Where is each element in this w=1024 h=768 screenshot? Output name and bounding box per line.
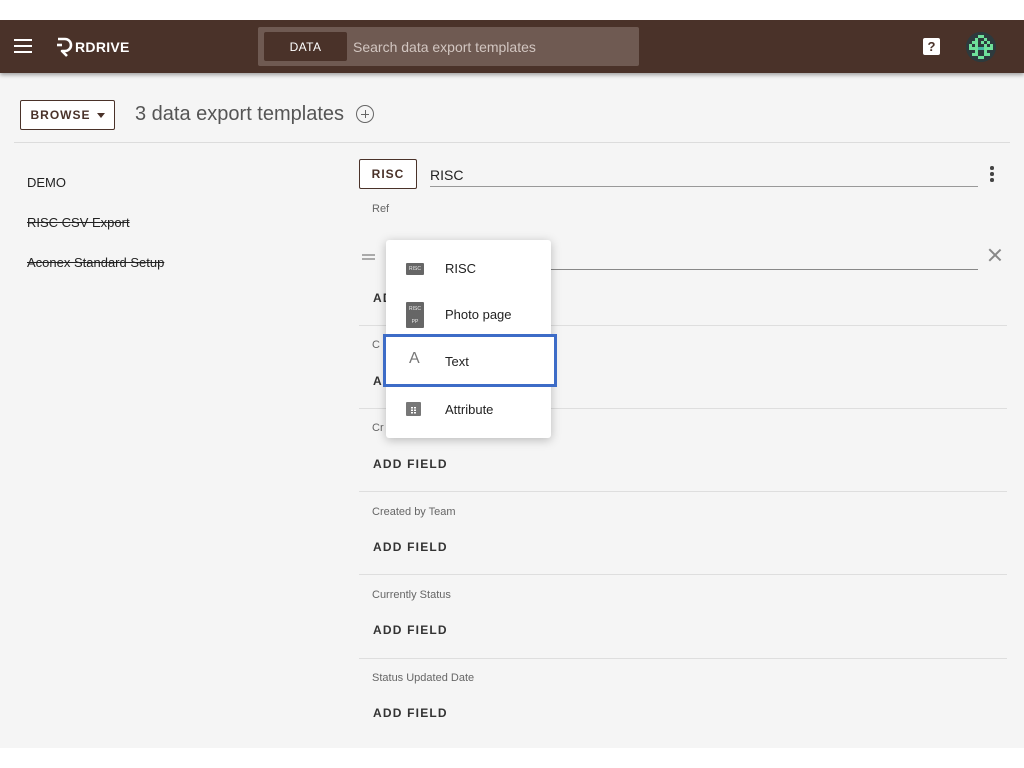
- more-vert-icon[interactable]: [986, 166, 998, 182]
- row-divider: [359, 491, 1007, 492]
- menu-item-attribute[interactable]: Attribute: [386, 385, 551, 429]
- row-divider: [359, 574, 1007, 575]
- template-name-field[interactable]: [430, 163, 978, 187]
- caret-down-icon: [96, 112, 105, 118]
- page-title: 3 data export templates: [135, 103, 345, 125]
- menu-item-label: Text: [445, 354, 469, 369]
- add-circle-icon[interactable]: [356, 105, 374, 123]
- browse-button[interactable]: BROWSE: [20, 100, 115, 130]
- risc-badge-text: RISC: [409, 266, 421, 272]
- add-field-button-3[interactable]: ADD FIELD: [373, 457, 448, 471]
- avatar-pattern-icon: [966, 32, 996, 62]
- risc-pp-badge-text: RISC: [409, 305, 421, 312]
- search-scope-chip[interactable]: DATA: [264, 32, 347, 61]
- logo-text: RDRIVE: [75, 39, 130, 55]
- section-label-created-by-team: Created by Team: [372, 506, 456, 518]
- risc-document-icon: RISC: [406, 263, 424, 275]
- logo-mark-icon: [57, 37, 73, 57]
- text-icon: A: [409, 350, 420, 367]
- section-label-currently-status: Currently Status: [372, 589, 451, 601]
- sidebar-item-aconex-standard-setup[interactable]: Aconex Standard Setup: [27, 255, 164, 270]
- menu-item-label: RISC: [445, 261, 477, 276]
- search-bar: DATA: [258, 27, 639, 66]
- app-window: RDRIVE DATA ? BROWSE 3 data export temp: [0, 20, 1024, 748]
- search-input[interactable]: [353, 32, 633, 61]
- add-field-button-2[interactable]: A: [373, 374, 383, 388]
- field-type-menu: RISC RISC RISC PP Photo page A Text Attr…: [383, 240, 557, 438]
- add-field-button-status-updated-date[interactable]: ADD FIELD: [373, 706, 448, 720]
- row-divider: [359, 658, 1007, 659]
- header-divider: [14, 142, 1010, 143]
- attribute-grid-icon: [411, 407, 416, 414]
- risc-pp-badge-sub: PP: [411, 318, 419, 325]
- menu-item-text[interactable]: A Text: [383, 334, 557, 387]
- menu-item-label: Attribute: [445, 402, 494, 417]
- attribute-icon: [406, 402, 421, 416]
- close-icon[interactable]: [988, 248, 1002, 262]
- top-app-bar: RDRIVE DATA ?: [0, 20, 1024, 73]
- browse-label: BROWSE: [30, 108, 91, 122]
- add-field-button-currently-status[interactable]: ADD FIELD: [373, 623, 448, 637]
- drag-handle-icon[interactable]: [362, 254, 375, 260]
- add-field-button-created-by-team[interactable]: ADD FIELD: [373, 540, 448, 554]
- risc-photo-page-icon: RISC PP: [406, 302, 424, 328]
- template-type-chip[interactable]: RISC: [359, 159, 417, 189]
- app-logo[interactable]: RDRIVE: [55, 36, 130, 58]
- hamburger-menu-icon[interactable]: [14, 38, 32, 54]
- menu-item-photo-page[interactable]: RISC PP Photo page: [386, 291, 551, 335]
- sidebar-item-demo[interactable]: DEMO: [27, 175, 66, 190]
- menu-item-label: Photo page: [445, 307, 512, 322]
- avatar[interactable]: [966, 32, 996, 62]
- section-label-partial-2: C: [372, 339, 380, 351]
- sidebar-item-risc-csv-export[interactable]: RISC CSV Export: [27, 215, 130, 230]
- section-label-status-updated-date: Status Updated Date: [372, 672, 475, 684]
- section-label-ref: Ref: [372, 203, 390, 215]
- section-label-partial-3: Cr: [372, 422, 384, 434]
- menu-item-risc[interactable]: RISC RISC: [386, 245, 551, 289]
- help-icon[interactable]: ?: [923, 38, 940, 55]
